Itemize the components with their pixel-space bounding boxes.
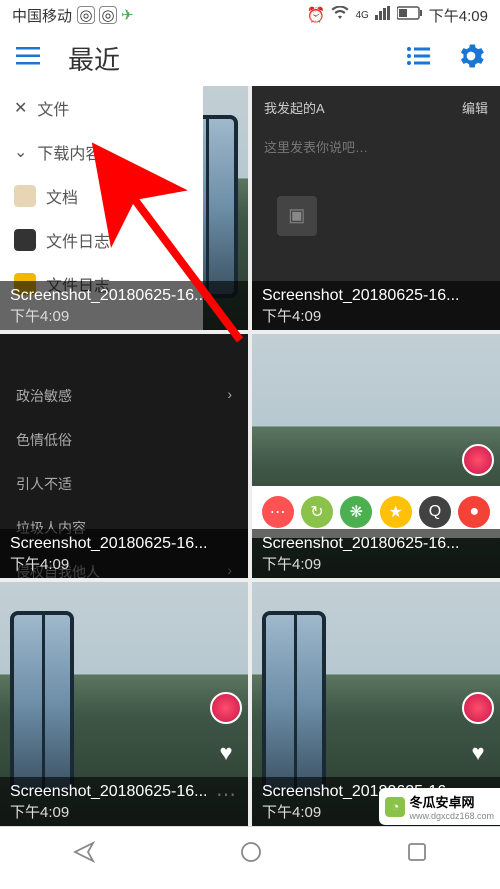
battery-icon	[397, 6, 423, 24]
page-title: 最近	[68, 40, 406, 77]
sidebar-item[interactable]: ✕ 文件	[0, 86, 203, 130]
gear-icon[interactable]	[458, 43, 484, 74]
time-label: 下午4:09	[10, 305, 238, 326]
image-placeholder-icon: ▣	[277, 196, 317, 236]
watermark-text: 冬瓜安卓网	[409, 792, 494, 811]
sidebar-item[interactable]: ⌄ 下载内容	[0, 130, 203, 174]
watermark-logo: ◔	[385, 797, 405, 817]
back-icon[interactable]	[73, 841, 95, 868]
status-icon-2: ◎	[99, 6, 117, 24]
watermark-url: www.dgxcdz168.com	[409, 811, 494, 821]
status-bar: 中国移动 ◎ ◎ ✈ ⏰ 4G 下午4:09	[0, 0, 500, 30]
avatar	[462, 692, 494, 724]
app-icon	[14, 229, 36, 251]
sidebar-item-label: 文档	[46, 184, 78, 208]
gallery-item[interactable]: ♥ ⋯ ↻ ❋ ★ Q ● Screenshot_20180625-16... …	[252, 334, 500, 578]
share-icon: ⋯	[262, 496, 294, 528]
filename-label: Screenshot_20180625-16...	[10, 287, 238, 305]
home-icon[interactable]	[240, 841, 262, 868]
wechat-icon: ❋	[340, 496, 372, 528]
menu-icon[interactable]	[16, 47, 40, 70]
sidebar-item[interactable]: 文档	[0, 174, 203, 218]
signal-icon	[375, 6, 391, 24]
watermark: ◔ 冬瓜安卓网 www.dgxcdz168.com	[379, 788, 500, 825]
sidebar-item-label: 文件	[37, 96, 69, 120]
gallery-grid: ✕ 文件 ⌄ 下载内容 文档 文件日志 文件日志 Screenshot_2018…	[0, 86, 500, 826]
wifi-icon	[331, 6, 349, 24]
heart-icon: ♥	[219, 740, 232, 766]
avatar	[462, 444, 494, 476]
app-header: 最近	[0, 30, 500, 86]
dark-header-right: 编辑	[462, 98, 488, 117]
close-icon: ✕	[14, 98, 27, 118]
filename-label: Screenshot_20180625-16...	[262, 535, 490, 553]
heart-icon: ♥	[471, 740, 484, 766]
time-label: 下午4:09	[262, 553, 490, 574]
sidebar-item-label: 下载内容	[37, 140, 101, 164]
avatar	[210, 692, 242, 724]
filename-label: Screenshot_20180625-16...	[262, 287, 490, 305]
status-icon-1: ◎	[77, 6, 95, 24]
filename-label: Screenshot_20180625-16...	[10, 783, 238, 801]
weibo-icon: ●	[458, 496, 490, 528]
network-4g: 4G	[355, 10, 368, 21]
filename-label: Screenshot_20180625-16...	[10, 535, 238, 553]
list-item: 政治敏感›	[16, 374, 232, 418]
star-icon: ★	[380, 496, 412, 528]
time-label: 下午4:09	[262, 305, 490, 326]
gallery-item[interactable]: 政治敏感› 色情低俗 引人不适 垃圾人内容 侵权自我他人› Screenshot…	[0, 334, 248, 578]
time-label: 下午4:09	[10, 553, 238, 574]
navigation-bar	[0, 826, 500, 882]
input-hint: 这里发表你说吧…	[252, 129, 500, 164]
share-icon: ↻	[301, 496, 333, 528]
list-item: 色情低俗	[16, 418, 232, 462]
folder-icon	[14, 185, 36, 207]
list-view-icon[interactable]	[406, 46, 430, 71]
qq-icon: Q	[419, 496, 451, 528]
carrier-label: 中国移动	[12, 5, 72, 26]
recents-icon[interactable]	[407, 842, 427, 867]
alarm-icon: ⏰	[307, 6, 326, 24]
gallery-item[interactable]: ♥ ⋯ ➦ Screenshot_20180625-16... 下午4:09	[0, 582, 248, 826]
location-icon: ✈	[121, 6, 134, 24]
status-time: 下午4:09	[429, 5, 488, 26]
gallery-item[interactable]: ✕ 文件 ⌄ 下载内容 文档 文件日志 文件日志 Screenshot_2018…	[0, 86, 248, 330]
list-item: 引人不适	[16, 462, 232, 506]
chevron-down-icon: ⌄	[14, 142, 27, 162]
gallery-item[interactable]: 我发起的A 编辑 这里发表你说吧… ▣ Screenshot_20180625-…	[252, 86, 500, 330]
time-label: 下午4:09	[10, 801, 238, 822]
sidebar-item[interactable]: 文件日志	[0, 218, 203, 262]
dark-header-left: 我发起的A	[264, 98, 325, 117]
sidebar-item-label: 文件日志	[46, 228, 110, 252]
